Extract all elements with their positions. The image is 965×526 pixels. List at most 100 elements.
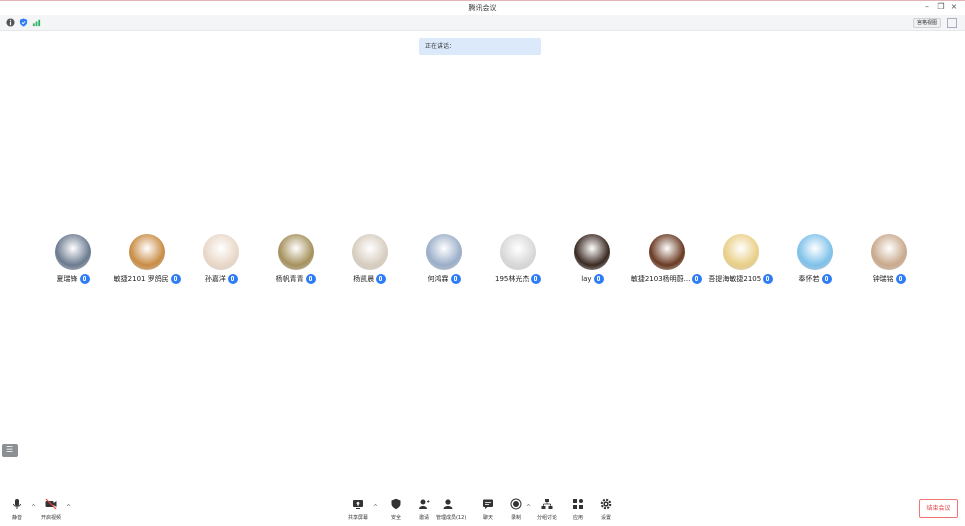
meeting-control-bar: 静音 ^ 开启视频 ^ 共享屏幕 安全 邀请 管理成员(12) 聊天 录制 分组讨论 应用 设置… bbox=[0, 495, 965, 526]
mic-status-icon bbox=[79, 274, 90, 284]
avatar bbox=[648, 234, 685, 270]
participant-name: 夏瑞锋 bbox=[56, 275, 78, 283]
mic-status-icon bbox=[821, 274, 832, 284]
layout-view-button[interactable]: 宫格视图 bbox=[912, 18, 941, 28]
participant-tile[interactable]: lay bbox=[554, 231, 630, 284]
shield-icon[interactable] bbox=[19, 18, 28, 27]
participant-name-row: 奉怀若 bbox=[777, 274, 853, 284]
start-video-button[interactable]: 开启视频 bbox=[38, 498, 64, 521]
toolbar-button-label: 设置 bbox=[600, 515, 611, 521]
minimize-icon[interactable]: – bbox=[921, 2, 933, 11]
record-button[interactable]: 录制 bbox=[504, 498, 528, 521]
toolbar-button-label: 分组讨论 bbox=[536, 515, 557, 521]
apps-button[interactable]: 应用 bbox=[566, 498, 590, 521]
invite-button[interactable]: 邀请 bbox=[412, 498, 436, 521]
share-screen-icon bbox=[353, 500, 363, 509]
participant-tile[interactable]: 杨凯晨 bbox=[332, 231, 408, 284]
toolbar-button-label: 安全 bbox=[390, 515, 401, 521]
speaking-indicator: 正在讲话： bbox=[419, 38, 541, 55]
end-meeting-button[interactable]: 结束会议 bbox=[919, 499, 958, 518]
participant-tile[interactable]: 孙嘉洋 bbox=[183, 231, 259, 284]
close-icon[interactable]: × bbox=[948, 2, 960, 11]
mic-status-icon bbox=[227, 274, 238, 284]
mic-status-icon bbox=[593, 274, 604, 284]
participant-name-row: 钟瑞铭 bbox=[851, 274, 927, 284]
avatar bbox=[871, 234, 908, 270]
start-video-label: 开启视频 bbox=[40, 515, 61, 521]
avatar bbox=[797, 234, 833, 270]
mic-status-icon bbox=[692, 274, 703, 284]
participant-tile[interactable]: 奉怀若 bbox=[777, 231, 853, 284]
participant-tile[interactable]: 吾提海敏捷2105 bbox=[703, 231, 779, 284]
participant-name-row: lay bbox=[554, 274, 630, 284]
participant-name-row: 夏瑞锋 bbox=[35, 274, 111, 284]
mic-status-icon bbox=[895, 274, 906, 284]
avatar bbox=[55, 234, 91, 270]
share-options-caret[interactable]: ^ bbox=[373, 504, 378, 511]
toolbar-button-label: 应用 bbox=[572, 515, 583, 521]
participant-name-row: 何鸿霖 bbox=[406, 274, 482, 284]
participant-name: 吾提海敏捷2105 bbox=[708, 275, 762, 283]
microphone-icon bbox=[13, 499, 21, 509]
participant-tile[interactable]: 钟瑞铭 bbox=[851, 231, 927, 284]
apps-icon bbox=[573, 499, 583, 509]
signal-icon[interactable] bbox=[32, 18, 41, 27]
mic-status-icon bbox=[531, 274, 542, 284]
mute-label: 静音 bbox=[11, 515, 22, 521]
fullscreen-icon[interactable] bbox=[947, 18, 957, 28]
participant-name: 奉怀若 bbox=[798, 275, 820, 283]
participant-tile[interactable]: 195林光杰 bbox=[480, 231, 556, 284]
shield-icon bbox=[391, 498, 401, 510]
participant-name-row: 敏捷2103杨明蔚... bbox=[629, 274, 705, 284]
participant-tile[interactable]: 敏捷2101 罗鸽民 bbox=[109, 231, 185, 284]
mic-status-icon bbox=[170, 274, 181, 284]
chat-icon bbox=[483, 499, 493, 509]
window-title: 腾讯会议 bbox=[468, 4, 497, 12]
participant-tile[interactable]: 何鸿霖 bbox=[406, 231, 482, 284]
restore-icon[interactable]: ❐ bbox=[935, 2, 947, 11]
mic-status-icon bbox=[376, 274, 387, 284]
avatar bbox=[574, 234, 611, 270]
participant-list: 夏瑞锋 敏捷2101 罗鸽民 孙嘉洋 杨帆青青 杨凯晨 何鸿霖 195林光杰 lay 敏捷210… bbox=[0, 231, 965, 291]
title-bar: 腾讯会议 – ❐ × bbox=[0, 1, 965, 15]
avatar bbox=[722, 234, 759, 270]
avatar bbox=[129, 234, 166, 270]
participant-tile[interactable]: 夏瑞锋 bbox=[35, 231, 111, 284]
toolbar-button-label: 管理成员(12) bbox=[436, 515, 467, 521]
avatar bbox=[277, 234, 314, 270]
avatar bbox=[500, 234, 537, 270]
participant-name-row: 杨帆青青 bbox=[258, 274, 334, 284]
invite-icon bbox=[419, 499, 430, 509]
avatar bbox=[203, 234, 240, 270]
settings-icon bbox=[600, 498, 612, 510]
record-options-caret[interactable]: ^ bbox=[526, 504, 531, 511]
members-button[interactable]: 管理成员(12) bbox=[436, 498, 467, 521]
breakout-button[interactable]: 分组讨论 bbox=[535, 498, 559, 521]
participant-tile[interactable]: 杨帆青青 bbox=[258, 231, 334, 284]
participant-name: 敏捷2103杨明蔚... bbox=[630, 275, 691, 283]
breakout-icon bbox=[541, 499, 553, 509]
mic-status-icon bbox=[305, 274, 316, 284]
participant-name-row: 敏捷2101 罗鸽民 bbox=[109, 274, 185, 284]
audio-options-caret[interactable]: ^ bbox=[31, 504, 36, 511]
participant-name: 杨帆青青 bbox=[275, 275, 304, 283]
participant-tile[interactable]: 敏捷2103杨明蔚... bbox=[629, 231, 705, 284]
participant-name-row: 杨凯晨 bbox=[332, 274, 408, 284]
info-icon[interactable] bbox=[6, 18, 15, 27]
mute-button[interactable]: 静音 bbox=[8, 498, 26, 521]
participant-name-row: 吾提海敏捷2105 bbox=[703, 274, 779, 284]
chat-button[interactable]: 聊天 bbox=[476, 498, 500, 521]
shield-button[interactable]: 安全 bbox=[384, 498, 408, 521]
meeting-info-bar: 宫格视图 bbox=[0, 15, 965, 31]
share-screen-button[interactable]: 共享屏幕 bbox=[346, 498, 370, 521]
avatar bbox=[351, 234, 388, 270]
video-options-caret[interactable]: ^ bbox=[66, 504, 71, 511]
record-icon bbox=[510, 498, 522, 510]
members-icon bbox=[443, 499, 453, 509]
participant-name: 钟瑞铭 bbox=[872, 275, 894, 283]
chat-toggle-button[interactable] bbox=[2, 444, 18, 457]
settings-button[interactable]: 设置 bbox=[594, 498, 618, 521]
toolbar-button-label: 聊天 bbox=[482, 515, 493, 521]
participant-name-row: 孙嘉洋 bbox=[183, 274, 259, 284]
participant-name: 何鸿霖 bbox=[427, 275, 449, 283]
